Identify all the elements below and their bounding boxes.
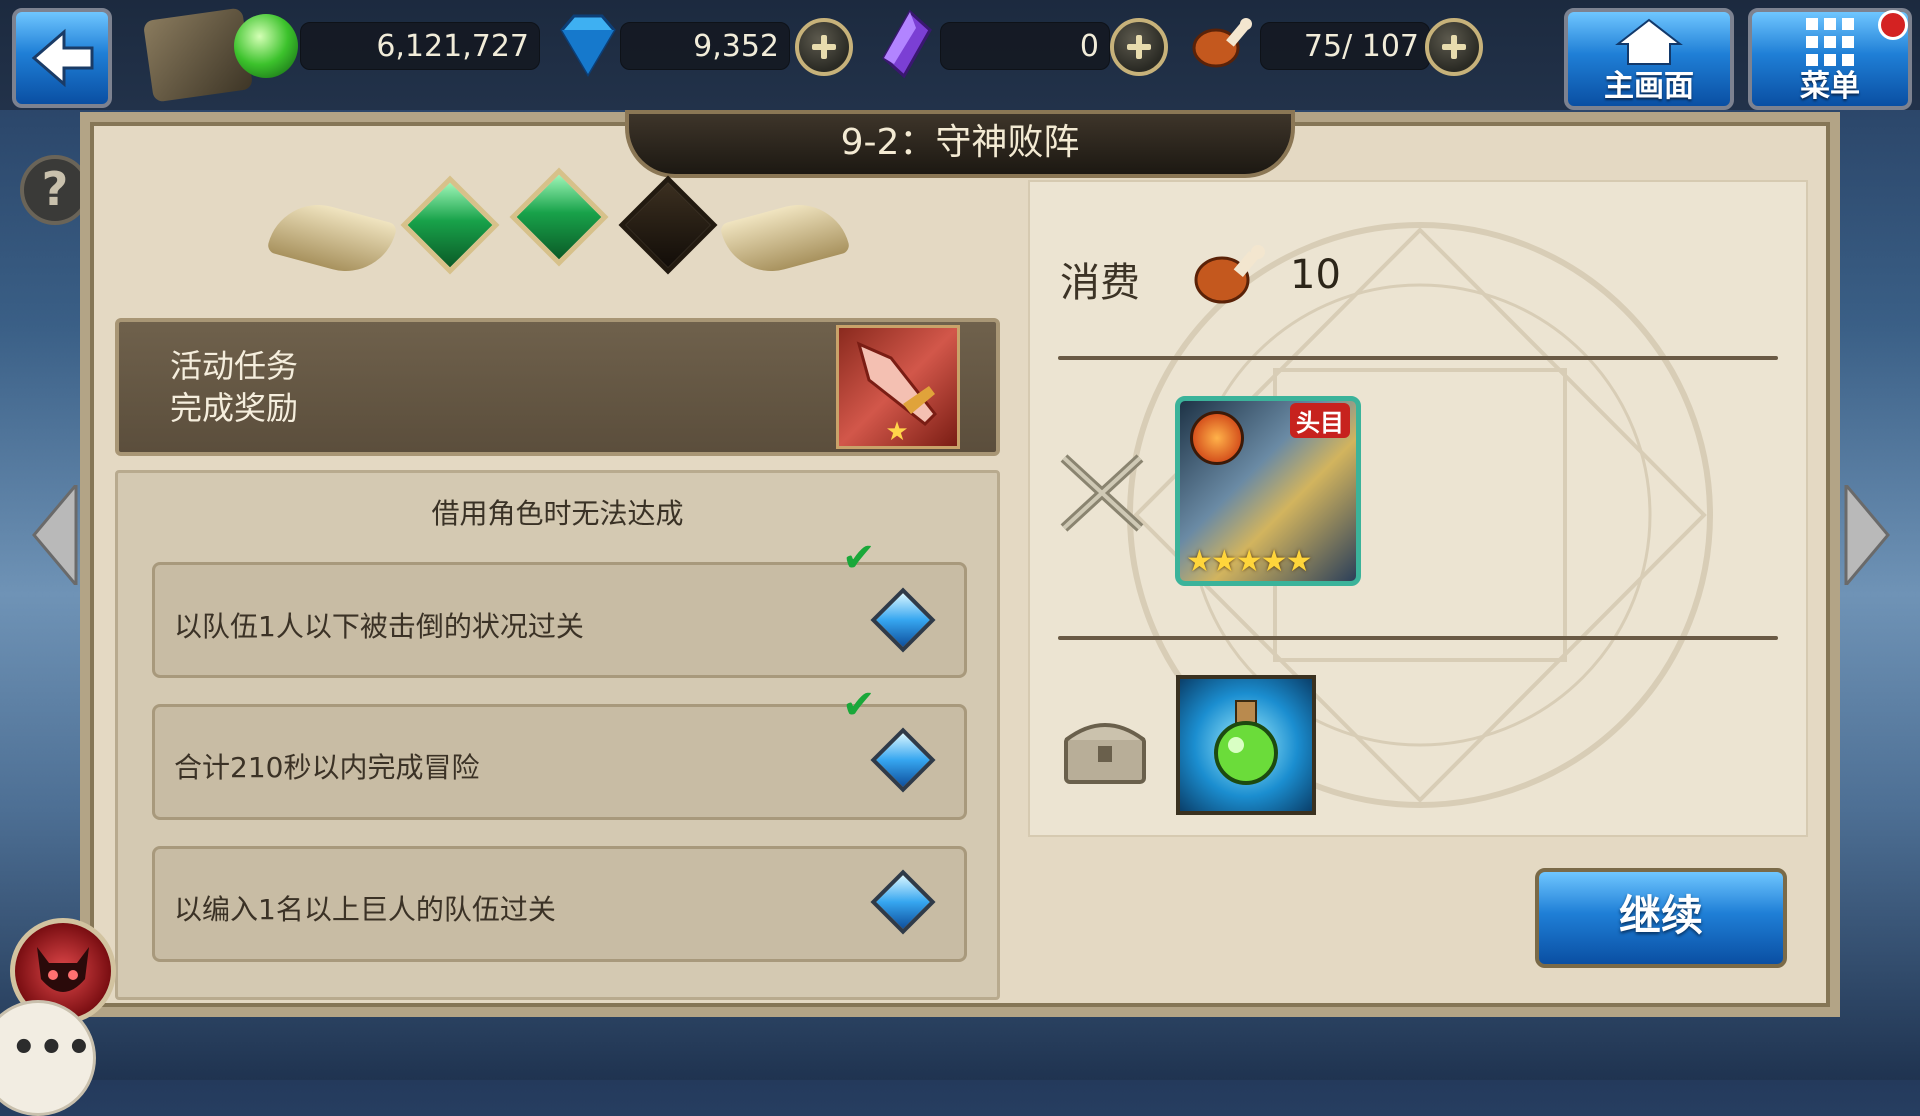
back-button[interactable]: [12, 8, 112, 108]
boss-stars: ★★★★★: [1186, 544, 1312, 579]
meat-icon: [1192, 18, 1252, 68]
conditions-note: 借用角色时无法达成: [431, 497, 684, 530]
add-crystals-button[interactable]: [1110, 18, 1168, 76]
meat-icon: [1194, 245, 1265, 304]
condition-text: 以队伍1人以下被击倒的状况过关: [174, 610, 584, 643]
menu-label: 菜单: [1800, 69, 1860, 104]
green-orb-icon: [234, 14, 298, 78]
check-icon: ✔: [842, 682, 876, 728]
question-icon: ?: [41, 162, 69, 216]
cost-label: 消费: [1060, 260, 1140, 306]
fire-element-icon: [1190, 411, 1244, 465]
check-icon: ✔: [842, 535, 876, 581]
home-label: 主画面: [1604, 69, 1694, 104]
reward-potion-slot[interactable]: [1176, 675, 1316, 815]
gold-counter: 6,121,727: [300, 22, 540, 70]
continue-label: 继续: [1618, 891, 1703, 940]
grid-icon: [1806, 18, 1854, 66]
reward-weapon-icon[interactable]: ★: [836, 325, 960, 449]
ellipsis-icon: •••: [11, 1025, 94, 1071]
boss-badge: 头目: [1290, 403, 1350, 438]
svg-text:★: ★: [885, 417, 908, 446]
back-arrow-icon: [31, 28, 94, 88]
stamina-counter: 75/ 107: [1260, 22, 1430, 70]
stage-title: 9-2：守神败阵: [625, 110, 1295, 178]
house-icon: [1615, 18, 1683, 65]
notification-dot: [1878, 10, 1908, 40]
next-stage-arrow[interactable]: [1842, 485, 1892, 585]
condition-text: 以编入1名以上巨人的队伍过关: [174, 893, 556, 926]
cost-value: 10: [1290, 252, 1341, 298]
sword-icon: ★: [856, 341, 938, 447]
divider: [1058, 636, 1778, 640]
condition-text: 合计210秒以内完成冒险: [174, 751, 480, 784]
crystal-counter: 0: [940, 22, 1110, 70]
add-gems-button[interactable]: [795, 18, 853, 76]
purple-crystal-icon: [882, 9, 932, 79]
home-button[interactable]: 主画面: [1564, 8, 1734, 110]
treasure-chest-icon: [1064, 723, 1146, 784]
gem-counter: 9,352: [620, 22, 790, 70]
boss-portrait[interactable]: 头目 ★★★★★: [1175, 396, 1361, 586]
mission-label: 活动任务 完成奖励: [170, 345, 298, 429]
crossed-swords-icon: [1060, 454, 1144, 532]
blue-diamond-icon: [560, 14, 616, 77]
green-potion-icon: [1214, 700, 1278, 785]
mission-line-2: 完成奖励: [170, 389, 299, 427]
add-stamina-button[interactable]: [1425, 18, 1483, 76]
mission-line-1: 活动任务: [170, 347, 299, 385]
continue-button[interactable]: 继续: [1535, 868, 1787, 968]
prev-stage-arrow[interactable]: [30, 485, 80, 585]
divider: [1058, 356, 1778, 360]
